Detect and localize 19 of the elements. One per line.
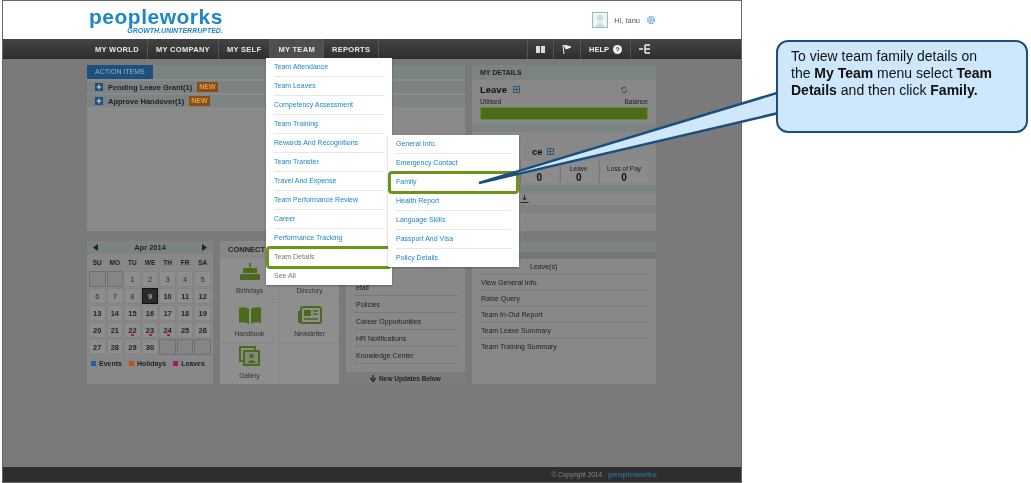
expand-icon[interactable] <box>95 97 103 105</box>
attendance-title: ce <box>532 146 543 157</box>
down-arrow-icon <box>370 374 377 382</box>
attendance-value: 0 <box>536 172 543 183</box>
avatar-icon <box>592 12 609 28</box>
leave-title: Leave <box>480 84 507 95</box>
settings-icon[interactable] <box>646 15 656 25</box>
cake-icon <box>238 263 261 282</box>
help-icon <box>613 44 622 54</box>
download-icon[interactable] <box>520 195 529 203</box>
newspaper-icon <box>297 305 322 324</box>
expand-icon[interactable] <box>95 83 103 91</box>
attendance-value: 0 <box>621 172 627 183</box>
next-month-icon[interactable] <box>201 244 207 251</box>
peopleworks-logo: peopleworks <box>608 470 657 479</box>
instruction-callout: To view team family details on the My Team menu select Team Details and then click Family. <box>776 40 1028 133</box>
previous-month-icon[interactable] <box>93 244 99 251</box>
gallery-icon <box>238 346 261 366</box>
attendance-value: 0 <box>576 172 582 183</box>
